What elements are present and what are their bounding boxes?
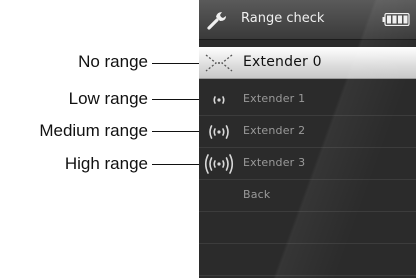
leader-line-no-range bbox=[152, 63, 204, 64]
list-item-empty bbox=[199, 244, 416, 276]
leader-line-medium-range bbox=[152, 131, 202, 132]
signal-low-icon bbox=[213, 96, 225, 104]
list-item-extender-3[interactable]: Extender 3 bbox=[199, 148, 416, 180]
item-label: Extender 3 bbox=[243, 156, 306, 169]
item-label: Extender 2 bbox=[243, 124, 306, 137]
list-item-extender-0[interactable]: Extender 0 bbox=[199, 47, 416, 79]
screen-title: Range check bbox=[241, 11, 325, 26]
callout-medium-range: Medium range bbox=[39, 121, 148, 140]
callout-high-range: High range bbox=[64, 154, 148, 173]
signal-medium-icon bbox=[209, 125, 229, 139]
list-item-back[interactable]: Back bbox=[199, 180, 416, 212]
callout-no-range: No range bbox=[78, 52, 148, 71]
battery-icon bbox=[382, 13, 410, 26]
item-label: Extender 0 bbox=[243, 54, 322, 70]
leader-line-low-range bbox=[152, 99, 202, 100]
list-item-empty bbox=[199, 212, 416, 244]
title-bar: Range check bbox=[199, 0, 416, 40]
callout-low-range: Low range bbox=[68, 89, 148, 108]
item-label: Extender 1 bbox=[243, 92, 306, 105]
list-item-extender-2[interactable]: Extender 2 bbox=[199, 116, 416, 148]
wrench-icon bbox=[207, 12, 226, 30]
list-item-extender-1[interactable]: Extender 1 bbox=[199, 84, 416, 116]
back-label: Back bbox=[243, 188, 271, 201]
leader-line-high-range bbox=[152, 164, 202, 165]
no-signal-icon bbox=[205, 54, 233, 72]
signal-high-icon bbox=[204, 154, 234, 174]
device-screen: Range check Extender 0 Extender 1 Extend… bbox=[199, 0, 416, 278]
